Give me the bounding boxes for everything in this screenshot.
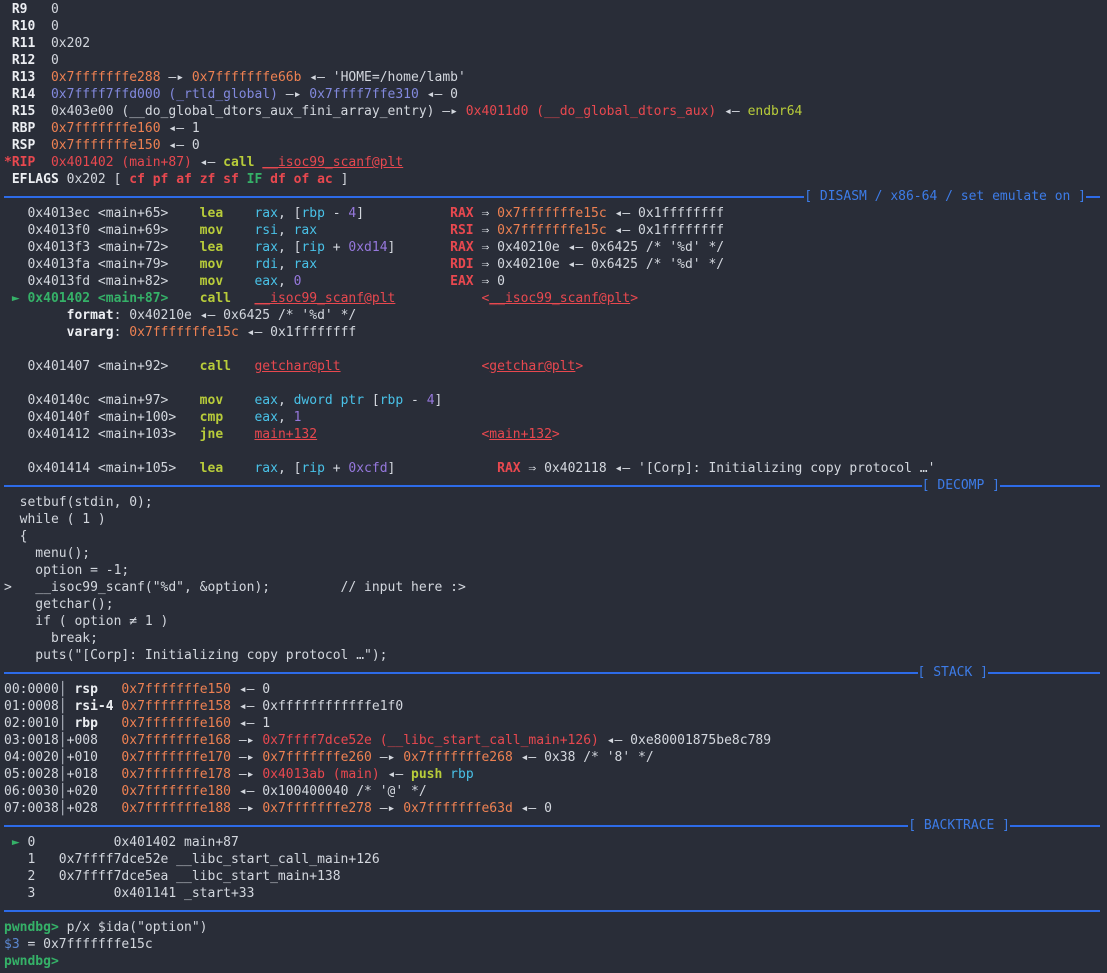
registers-line: EFLAGS 0x202 [ cf pf af zf sf IF df of a… [4, 171, 1107, 188]
registers-line: R12 0 [4, 52, 1107, 69]
registers-line: R14 0x7ffff7ffd000 (_rtld_global) —▸ 0x7… [4, 86, 1107, 103]
stack-title: [ STACK ] [918, 664, 988, 681]
section-header-decomp: [ DECOMP ] [4, 477, 1107, 494]
disasm-body-line: 0x4013fd <main+82> mov eax, 0 EAX ⇒ 0 [4, 273, 1107, 290]
divider-rule [4, 825, 908, 827]
registers-line: RBP 0x7fffffffe160 ◂— 1 [4, 120, 1107, 137]
decomp-body-line: puts("[Corp]: Initializing copy protocol… [4, 647, 1107, 664]
decomp-body-line: setbuf(stdin, 0); [4, 494, 1107, 511]
decomp-body-line: break; [4, 630, 1107, 647]
disasm-body-line [4, 443, 1107, 460]
stack-body-line: 01:0008│ rsi-4 0x7fffffffe158 ◂— 0xfffff… [4, 698, 1107, 715]
backtrace-body-line: ► 0 0x401402 main+87 [4, 834, 1107, 851]
section-header-backtrace: [ BACKTRACE ] [4, 817, 1107, 834]
stack-body-line: 07:0038│+028 0x7fffffffe188 —▸ 0x7ffffff… [4, 800, 1107, 817]
backtrace-title: [ BACKTRACE ] [908, 817, 1010, 834]
decomp-title: [ DECOMP ] [922, 477, 1000, 494]
divider-rule [4, 672, 918, 674]
registers-line: RSP 0x7fffffffe150 ◂— 0 [4, 137, 1107, 154]
decomp-body-line: { [4, 528, 1107, 545]
decomp-body-line: > __isoc99_scanf("%d", &option); // inpu… [4, 579, 1107, 596]
backtrace-body-line: 3 0x401141 _start+33 [4, 885, 1107, 902]
divider-rule [1010, 825, 1100, 827]
disasm-body-line: vararg: 0x7fffffffe15c ◂— 0x1ffffffff [4, 324, 1107, 341]
divider-rule [1086, 196, 1100, 198]
divider-rule [1000, 485, 1100, 487]
stack-body-line: 05:0028│+018 0x7fffffffe178 —▸ 0x4013ab … [4, 766, 1107, 783]
disasm-body-line: 0x4013f0 <main+69> mov rsi, rax RSI ⇒ 0x… [4, 222, 1107, 239]
registers-line: R9 0 [4, 1, 1107, 18]
stack-body-line: 06:0030│+020 0x7fffffffe180 ◂— 0x1004000… [4, 783, 1107, 800]
section-header-stack: [ STACK ] [4, 664, 1107, 681]
decomp-body-line: while ( 1 ) [4, 511, 1107, 528]
disasm-title: [ DISASM / x86-64 / set emulate on ] [804, 188, 1086, 205]
decomp-body-line: if ( option ≠ 1 ) [4, 613, 1107, 630]
disasm-body-line: ► 0x401402 <main+87> call __isoc99_scanf… [4, 290, 1107, 307]
registers-line: *RIP 0x401402 (main+87) ◂— call __isoc99… [4, 154, 1107, 171]
section-header-disasm: [ DISASM / x86-64 / set emulate on ] [4, 188, 1107, 205]
backtrace-body-line: 1 0x7ffff7dce52e __libc_start_call_main+… [4, 851, 1107, 868]
disasm-body-line [4, 341, 1107, 358]
registers-line: R10 0 [4, 18, 1107, 35]
divider-rule [4, 910, 1100, 912]
stack-body-line: 00:0000│ rsp 0x7fffffffe150 ◂— 0 [4, 681, 1107, 698]
disasm-body-line: 0x40140c <main+97> mov eax, dword ptr [r… [4, 392, 1107, 409]
divider-rule [4, 485, 922, 487]
disasm-body-line: format: 0x40210e ◂— 0x6425 /* '%d' */ [4, 307, 1107, 324]
prompt-line: pwndbg> [4, 953, 1107, 970]
disasm-body-line: 0x401414 <main+105> lea rax, [rip + 0xcf… [4, 460, 1107, 477]
pwndbg-terminal[interactable]: R9 0 R10 0 R11 0x202 R12 0 R13 0x7ffffff… [0, 0, 1107, 970]
registers-line: R11 0x202 [4, 35, 1107, 52]
prompt-line: $3 = 0x7fffffffe15c [4, 936, 1107, 953]
disasm-body-line: 0x4013f3 <main+72> lea rax, [rip + 0xd14… [4, 239, 1107, 256]
disasm-body-line: 0x4013fa <main+79> mov rdi, rax RDI ⇒ 0x… [4, 256, 1107, 273]
disasm-body-line: 0x40140f <main+100> cmp eax, 1 [4, 409, 1107, 426]
registers-line: R15 0x403e00 (__do_global_dtors_aux_fini… [4, 103, 1107, 120]
divider-rule [4, 196, 804, 198]
decomp-body-line: getchar(); [4, 596, 1107, 613]
backtrace-body-line: 2 0x7ffff7dce5ea __libc_start_main+138 [4, 868, 1107, 885]
decomp-body-line: option = -1; [4, 562, 1107, 579]
stack-body-line: 03:0018│+008 0x7fffffffe168 —▸ 0x7ffff7d… [4, 732, 1107, 749]
disasm-body-line: 0x401412 <main+103> jne main+132 <main+1… [4, 426, 1107, 443]
registers-line: R13 0x7fffffffe288 —▸ 0x7fffffffe66b ◂— … [4, 69, 1107, 86]
section-header-prompt-separator [4, 902, 1107, 919]
divider-rule [988, 672, 1100, 674]
decomp-body-line: menu(); [4, 545, 1107, 562]
prompt-line: pwndbg> p/x $ida("option") [4, 919, 1107, 936]
disasm-body-line: 0x4013ec <main+65> lea rax, [rbp - 4] RA… [4, 205, 1107, 222]
disasm-body-line [4, 375, 1107, 392]
stack-body-line: 02:0010│ rbp 0x7fffffffe160 ◂— 1 [4, 715, 1107, 732]
stack-body-line: 04:0020│+010 0x7fffffffe170 —▸ 0x7ffffff… [4, 749, 1107, 766]
disasm-body-line: 0x401407 <main+92> call getchar@plt <get… [4, 358, 1107, 375]
